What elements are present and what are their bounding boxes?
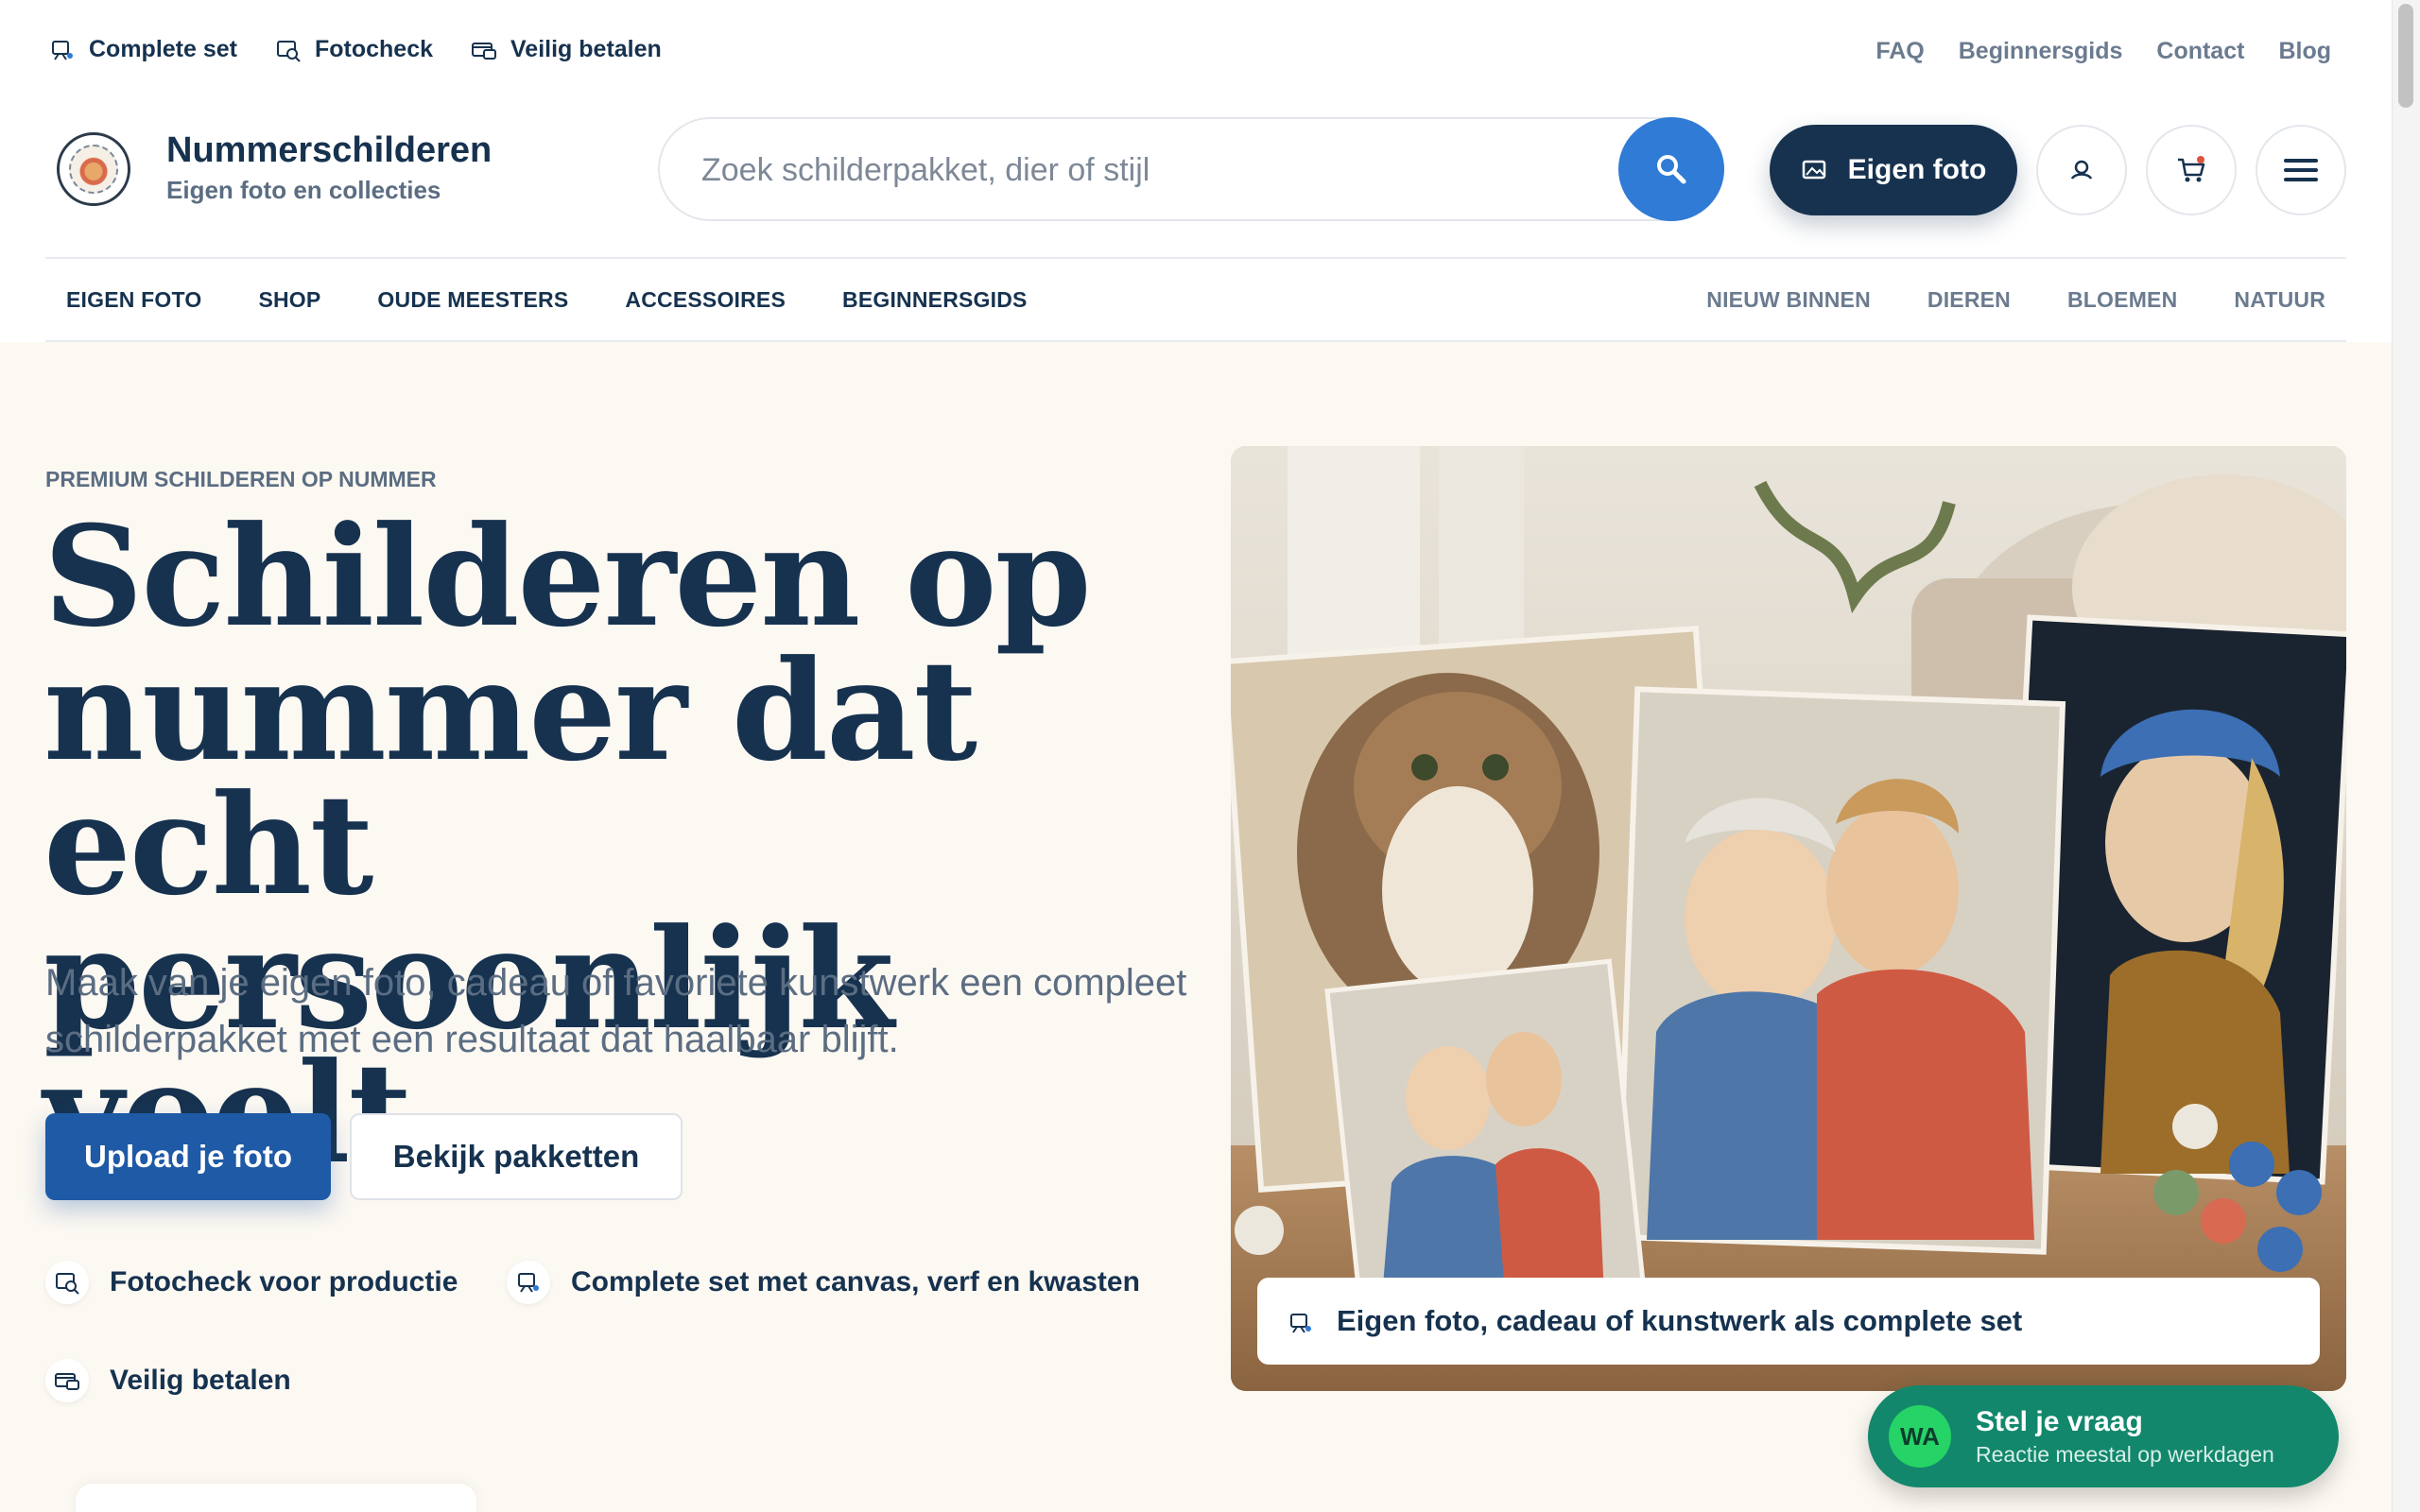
hero-image: Eigen foto, cadeau of kunstwerk als comp… bbox=[1231, 446, 2346, 1391]
feature-veilig-betalen: Veilig betalen bbox=[45, 1359, 291, 1402]
logo-emblem-icon bbox=[69, 145, 118, 194]
photo-icon bbox=[1802, 160, 1825, 180]
user-icon bbox=[2070, 160, 2093, 180]
nav-secondary: NIEUW BINNEN DIEREN BLOEMEN NATUUR bbox=[1706, 287, 2325, 313]
usp-complete-set: Complete set bbox=[49, 36, 237, 63]
upload-photo-button[interactable]: Upload je foto bbox=[45, 1113, 331, 1200]
eigen-foto-button[interactable]: Eigen foto bbox=[1770, 125, 2017, 215]
easel-icon bbox=[49, 37, 76, 63]
scrollbar-thumb[interactable] bbox=[2398, 4, 2413, 108]
family-canvas bbox=[1615, 686, 2066, 1255]
cart-icon bbox=[2178, 156, 2205, 182]
feature-label: Complete set met canvas, verf en kwasten bbox=[571, 1266, 1140, 1297]
nav-item-accessoires[interactable]: ACCESSOIRES bbox=[625, 287, 786, 313]
whatsapp-icon: WA bbox=[1889, 1405, 1951, 1468]
photo-check-icon bbox=[275, 37, 302, 63]
hero-section: PREMIUM SCHILDEREN OP NUMMER Schilderen … bbox=[0, 342, 2392, 1512]
cart-button[interactable] bbox=[2146, 125, 2237, 215]
account-button[interactable] bbox=[2036, 125, 2127, 215]
whatsapp-text: Stel je vraag Reactie meestal op werkdag… bbox=[1976, 1406, 2274, 1468]
hero-illustration bbox=[1231, 446, 2346, 1391]
search-bar bbox=[658, 117, 1724, 221]
usp-list: Complete set Fotocheck Veilig betalen bbox=[49, 36, 662, 63]
whatsapp-title: Stel je vraag bbox=[1976, 1405, 2143, 1437]
logo[interactable] bbox=[57, 132, 130, 206]
page-scrollbar[interactable] bbox=[2392, 0, 2420, 1512]
easel-icon bbox=[1288, 1308, 1314, 1334]
nav-primary: EIGEN FOTO SHOP OUDE MEESTERS ACCESSOIRE… bbox=[66, 287, 1028, 313]
link-blog[interactable]: Blog bbox=[2278, 38, 2331, 65]
nav-item-oude-meesters[interactable]: OUDE MEESTERS bbox=[377, 287, 568, 313]
usp-label: Complete set bbox=[89, 36, 237, 62]
image-caption: Eigen foto, cadeau of kunstwerk als comp… bbox=[1257, 1278, 2320, 1365]
link-contact[interactable]: Contact bbox=[2156, 38, 2244, 65]
search-button[interactable] bbox=[1618, 117, 1724, 221]
main-navigation: EIGEN FOTO SHOP OUDE MEESTERS ACCESSOIRE… bbox=[45, 257, 2346, 342]
content-card-peek bbox=[76, 1484, 476, 1512]
utility-bar: Complete set Fotocheck Veilig betalen FA… bbox=[0, 0, 2392, 104]
whatsapp-chat-button[interactable]: WA Stel je vraag Reactie meestal op werk… bbox=[1868, 1385, 2339, 1487]
brand-tagline: Eigen foto en collecties bbox=[166, 176, 441, 204]
nav-item-natuur[interactable]: NATUUR bbox=[2234, 287, 2325, 313]
nav-item-nieuw-binnen[interactable]: NIEUW BINNEN bbox=[1706, 287, 1871, 313]
usp-veilig-betalen: Veilig betalen bbox=[471, 36, 662, 63]
feature-label: Fotocheck voor productie bbox=[110, 1266, 458, 1297]
card-icon bbox=[45, 1359, 89, 1402]
brand-name[interactable]: Nummerschilderen bbox=[166, 130, 492, 171]
hero-eyebrow: PREMIUM SCHILDEREN OP NUMMER bbox=[45, 467, 437, 491]
usp-label: Fotocheck bbox=[314, 36, 434, 62]
menu-button[interactable] bbox=[2256, 125, 2346, 215]
search-icon bbox=[1657, 155, 1686, 184]
card-icon bbox=[471, 37, 497, 63]
usp-fotocheck: Fotocheck bbox=[275, 36, 433, 63]
link-beginnersgids[interactable]: Beginnersgids bbox=[1959, 38, 2123, 65]
whatsapp-subtitle: Reactie meestal op werkdagen bbox=[1976, 1441, 2274, 1467]
nav-item-dieren[interactable]: DIEREN bbox=[1927, 287, 2011, 313]
nav-item-beginnersgids[interactable]: BEGINNERSGIDS bbox=[842, 287, 1028, 313]
nav-item-eigen-foto[interactable]: EIGEN FOTO bbox=[66, 287, 201, 313]
eigen-foto-label: Eigen foto bbox=[1847, 154, 1987, 185]
utility-links: FAQ Beginnersgids Contact Blog bbox=[1876, 38, 2331, 65]
easel-icon bbox=[507, 1261, 550, 1304]
caption-text: Eigen foto, cadeau of kunstwerk als comp… bbox=[1337, 1304, 2023, 1337]
small-photo-canvas bbox=[1324, 958, 1648, 1332]
search-input[interactable] bbox=[701, 144, 1590, 197]
hero-description: Maak van je eigen foto, cadeau of favori… bbox=[45, 962, 1187, 1060]
nav-item-bloemen[interactable]: BLOEMEN bbox=[2067, 287, 2177, 313]
hero-title: Schilderen op nummer dat echt persoonlij… bbox=[43, 496, 1092, 1183]
hamburger-icon bbox=[2284, 159, 2318, 181]
feature-label: Veilig betalen bbox=[110, 1365, 291, 1396]
site-header: Nummerschilderen Eigen foto en collectie… bbox=[0, 104, 2392, 255]
view-packages-button[interactable]: Bekijk pakketten bbox=[350, 1113, 683, 1200]
feature-fotocheck: Fotocheck voor productie bbox=[45, 1261, 458, 1304]
nav-item-shop[interactable]: SHOP bbox=[258, 287, 320, 313]
photo-check-icon bbox=[45, 1261, 89, 1304]
link-faq[interactable]: FAQ bbox=[1876, 38, 1924, 65]
feature-complete-set: Complete set met canvas, verf en kwasten bbox=[507, 1261, 1140, 1304]
usp-label: Veilig betalen bbox=[510, 36, 662, 62]
